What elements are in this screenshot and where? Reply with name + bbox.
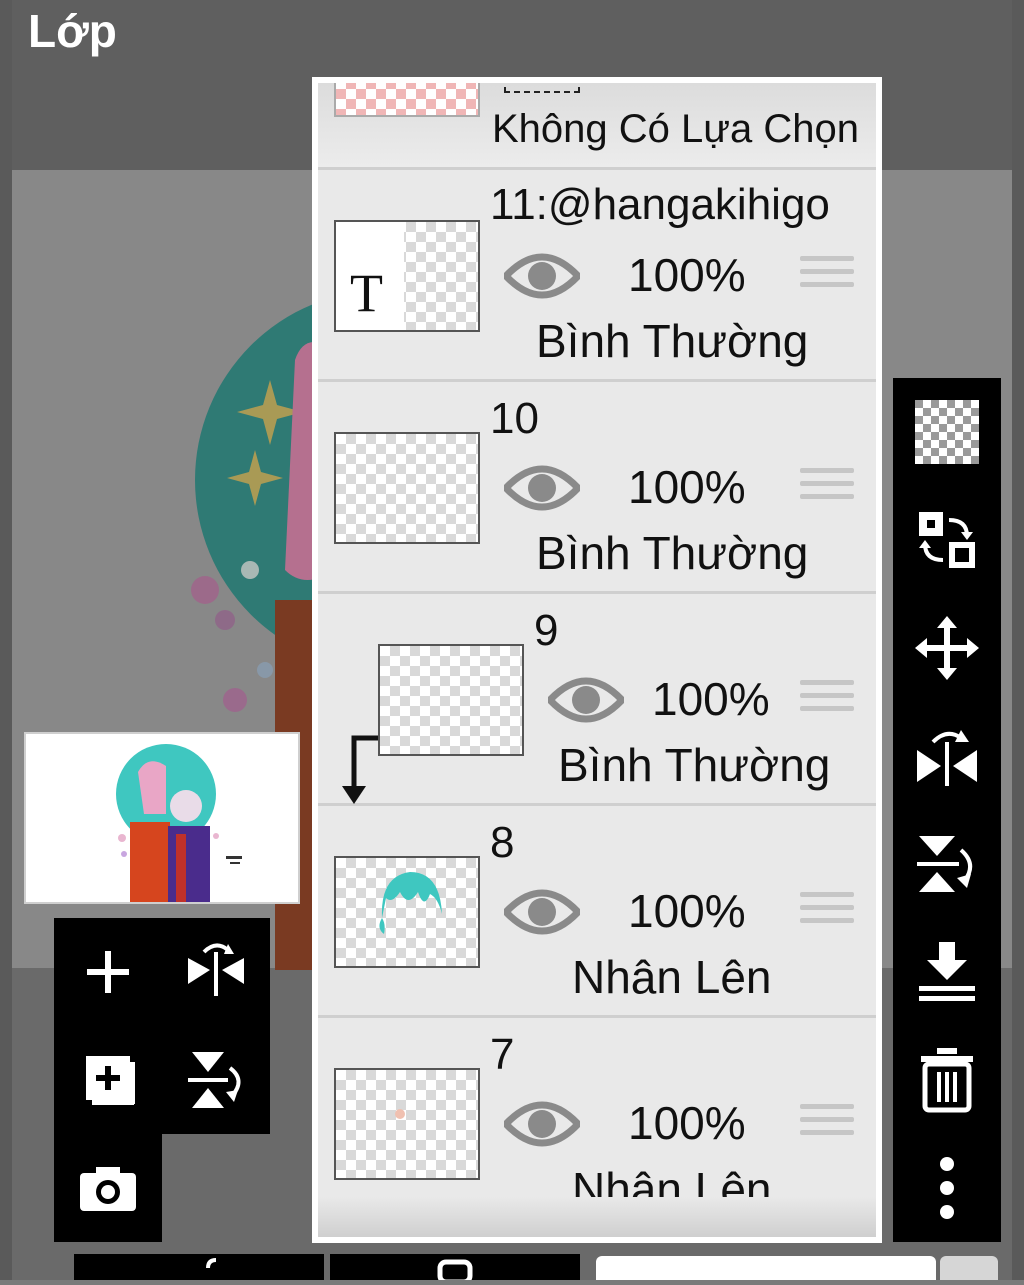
layer-thumbnail [334, 856, 480, 968]
layer-blend-mode[interactable]: Bình Thường [536, 526, 808, 580]
layer-row[interactable]: 9 100% Bình Thường [318, 594, 876, 806]
more-options-button[interactable] [893, 1134, 1001, 1242]
flip-horizontal-rotate-icon [917, 730, 977, 786]
visibility-eye-icon[interactable] [504, 884, 580, 940]
move-button[interactable] [893, 594, 1001, 702]
layer-thumbnail [334, 432, 480, 544]
bottom-center-icon [437, 1259, 473, 1285]
right-edge [1012, 0, 1024, 1280]
bottom-panel-grey[interactable] [940, 1256, 998, 1280]
bottom-button-left[interactable] [74, 1254, 324, 1280]
camera-button[interactable] [54, 1134, 162, 1242]
swap-layer-icon [919, 512, 975, 568]
visibility-eye-icon[interactable] [548, 672, 624, 728]
flip-horizontal-rotate-button[interactable] [893, 702, 1001, 810]
page-title: Lớp [28, 5, 117, 57]
layer-name: 9 [534, 606, 559, 655]
layer-row[interactable]: 10 100% Bình Thường [318, 382, 876, 594]
merge-down-icon [919, 942, 975, 1001]
drag-handle-icon[interactable] [800, 1104, 854, 1150]
layer-opacity[interactable]: 100% [628, 1096, 746, 1150]
layer-blend-mode[interactable]: Không Có Lựa Chọn [492, 107, 859, 152]
layer-panel: Không Có Lựa Chọn 11:@hangakihigo T 100%… [312, 77, 882, 1243]
layer-list[interactable]: Không Có Lựa Chọn 11:@hangakihigo T 100%… [318, 83, 876, 1237]
selection-marquee-icon [504, 83, 580, 93]
layer-thumbnail-art [395, 1109, 405, 1119]
merge-down-button[interactable] [893, 918, 1001, 1026]
drag-handle-icon[interactable] [800, 468, 854, 514]
flip-vertical-rotate-icon [917, 836, 973, 892]
layer-row[interactable]: 11:@hangakihigo T 100% Bình Thường [318, 170, 876, 382]
layer-name: 7 [490, 1030, 515, 1079]
transparency-button[interactable] [893, 378, 1001, 486]
layer-opacity[interactable]: 100% [628, 884, 746, 938]
drag-handle-icon[interactable] [800, 680, 854, 726]
add-layer-button[interactable] [54, 918, 162, 1026]
layer-row[interactable]: 8 100% Nhân Lên [318, 806, 876, 1018]
layer-thumbnail [334, 83, 480, 117]
text-layer-icon: T [350, 263, 383, 323]
drag-handle-icon[interactable] [800, 256, 854, 302]
layer-thumbnail [378, 644, 524, 756]
clipping-arrow-icon [342, 735, 378, 804]
canvas-preview[interactable] [24, 732, 300, 904]
visibility-eye-icon[interactable] [504, 460, 580, 516]
transparency-icon [915, 400, 979, 464]
layer-blend-mode[interactable]: Bình Thường [558, 738, 830, 792]
flip-horizontal-button[interactable] [162, 918, 270, 1026]
add-copy-icon [86, 1056, 135, 1105]
layer-opacity[interactable]: 100% [628, 248, 746, 302]
layer-thumbnail [334, 1068, 480, 1180]
layer-blend-mode[interactable]: Nhân Lên [572, 950, 772, 1004]
visibility-eye-icon[interactable] [504, 248, 580, 304]
layer-blend-mode[interactable]: Bình Thường [536, 314, 808, 368]
right-toolbar [893, 378, 1001, 1242]
trash-icon [921, 1048, 973, 1113]
delete-layer-button[interactable] [893, 1026, 1001, 1134]
left-edge [0, 0, 12, 1280]
layer-opacity[interactable]: 100% [628, 460, 746, 514]
bottom-panel-white[interactable] [596, 1256, 936, 1280]
preview-artwork [116, 744, 242, 902]
layer-tools-top [54, 918, 270, 1134]
swap-layer-button[interactable] [893, 486, 1001, 594]
bottom-button-center[interactable] [330, 1254, 580, 1285]
more-icon [940, 1157, 954, 1219]
add-copy-layer-button[interactable] [54, 1026, 162, 1134]
camera-icon [80, 1167, 136, 1211]
list-scroll-fade [318, 1197, 876, 1237]
bottom-left-icon [206, 1258, 217, 1269]
flip-vertical-icon [188, 1052, 241, 1108]
layer-name: 8 [490, 818, 515, 867]
layer-row-selection[interactable]: Không Có Lựa Chọn [318, 83, 876, 170]
visibility-eye-icon[interactable] [504, 1096, 580, 1152]
hair-thumbnail-art [379, 872, 442, 934]
layer-opacity[interactable]: 100% [652, 672, 770, 726]
drag-handle-icon[interactable] [800, 892, 854, 938]
flip-vertical-button[interactable] [162, 1026, 270, 1134]
flip-vertical-rotate-button[interactable] [893, 810, 1001, 918]
move-icon [915, 616, 979, 680]
add-layer-icon [87, 951, 129, 993]
layer-name: 11:@hangakihigo [490, 180, 830, 229]
flip-horizontal-icon [188, 943, 244, 996]
layer-name: 10 [490, 394, 539, 443]
layer-tools-bottom [54, 1134, 162, 1242]
layer-thumbnail: T [334, 220, 480, 332]
